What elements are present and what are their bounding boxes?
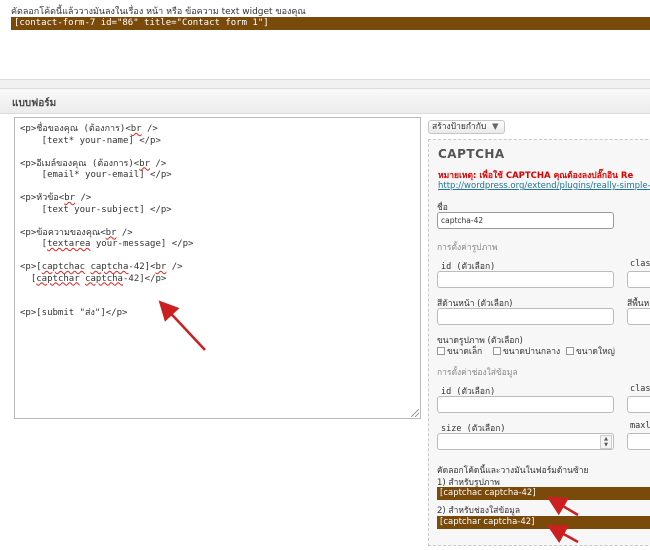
image-settings-label: การตั้งค่ารูปภาพ bbox=[437, 243, 498, 253]
captcha-title: CAPTCHA bbox=[438, 147, 505, 161]
code-line: [captchar captcha-42]</p> bbox=[20, 273, 167, 284]
maxlength-input[interactable] bbox=[627, 433, 650, 450]
fg-color-input[interactable] bbox=[437, 308, 614, 325]
chevron-down-icon: ▼ bbox=[492, 122, 499, 132]
image-class-label: class bbox=[630, 259, 650, 269]
name-input[interactable]: captcha-42 bbox=[437, 212, 614, 229]
size-medium-option[interactable]: ขนาดปานกลาง bbox=[493, 344, 560, 358]
code-line: <p>ข้อความของคุณ<br /> bbox=[20, 227, 133, 238]
size-medium-checkbox[interactable] bbox=[493, 347, 501, 355]
size-medium-label: ขนาดปานกลาง bbox=[503, 347, 561, 357]
code-line: [textarea your-message] </p> bbox=[20, 239, 194, 249]
size-small-label: ขนาดเล็ก bbox=[447, 347, 483, 357]
shortcode-panel: คัดลอกโค้ดนี้แล้ววางมันลงในเรื่อง หน้า ห… bbox=[0, 0, 650, 80]
size-input[interactable] bbox=[437, 433, 614, 450]
code-line: <p>หัวข้อ<br /> bbox=[20, 193, 92, 203]
maxlength-label: maxle bbox=[630, 421, 650, 431]
input-class-label: class bbox=[630, 384, 650, 394]
input-id-input[interactable] bbox=[437, 396, 614, 413]
shortcode-field[interactable]: [contact-form-7 id="86" title="Contact f… bbox=[11, 17, 650, 30]
captchac-code-field[interactable]: [captchac captcha-42] bbox=[437, 487, 650, 500]
bg-color-input[interactable] bbox=[627, 308, 650, 325]
form-code-textarea[interactable]: <p>ชื่อของคุณ (ต้องการ)<br /> [text* you… bbox=[14, 117, 421, 419]
spinner-down-icon[interactable]: ▼ bbox=[601, 442, 611, 448]
input-settings-label: การตั้งค่าช่องใส่ข้อมูล bbox=[437, 368, 518, 378]
form-section-header: แบบฟอร์ม bbox=[0, 88, 650, 114]
form-section-title: แบบฟอร์ม bbox=[12, 98, 57, 109]
shortcode-instructions: คัดลอกโค้ดนี้แล้ววางมันลงในเรื่อง หน้า ห… bbox=[11, 7, 306, 17]
size-large-label: ขนาดใหญ่ bbox=[576, 347, 615, 357]
size-large-option[interactable]: ขนาดใหญ่ bbox=[566, 344, 615, 358]
code-line: <p>[submit "ส่ง"]</p> bbox=[20, 308, 128, 318]
size-spinner[interactable]: ▲ ▼ bbox=[600, 435, 612, 449]
captcha-plugin-link[interactable]: http://wordpress.org/extend/plugins/real… bbox=[438, 181, 650, 191]
for-input-label: 2) สำหรับช่องใส่ข้อมูล bbox=[437, 506, 521, 516]
code-line: <p>อีเมล์ของคุณ (ต้องการ)<br /> bbox=[20, 158, 167, 169]
captcha-note: หมายเหตุ: เพื่อใช้ CAPTCHA คุณต้องลงปลั๊… bbox=[438, 171, 634, 181]
tag-generator-dropdown[interactable]: สร้างป้ายกำกับ ▼ bbox=[428, 120, 505, 134]
code-line: [email* your-email] </p> bbox=[20, 170, 172, 180]
size-small-checkbox[interactable] bbox=[437, 347, 445, 355]
tag-generator-label: สร้างป้ายกำกับ bbox=[432, 122, 487, 132]
code-line: [text your-subject] </p> bbox=[20, 204, 172, 215]
code-line: <p>[captchac captcha-42]<br /> bbox=[20, 262, 183, 272]
size-large-checkbox[interactable] bbox=[566, 347, 574, 355]
code-line: <p>ชื่อของคุณ (ต้องการ)<br /> bbox=[20, 124, 158, 134]
code-line: [text* your-name] </p> bbox=[20, 135, 161, 146]
input-class-input[interactable] bbox=[627, 396, 650, 413]
captchar-code-field[interactable]: [captchar captcha-42] bbox=[437, 516, 650, 529]
image-id-input[interactable] bbox=[437, 271, 614, 288]
size-small-option[interactable]: ขนาดเล็ก bbox=[437, 344, 482, 358]
resize-grip-icon[interactable] bbox=[411, 409, 419, 417]
image-class-input[interactable] bbox=[627, 271, 650, 288]
